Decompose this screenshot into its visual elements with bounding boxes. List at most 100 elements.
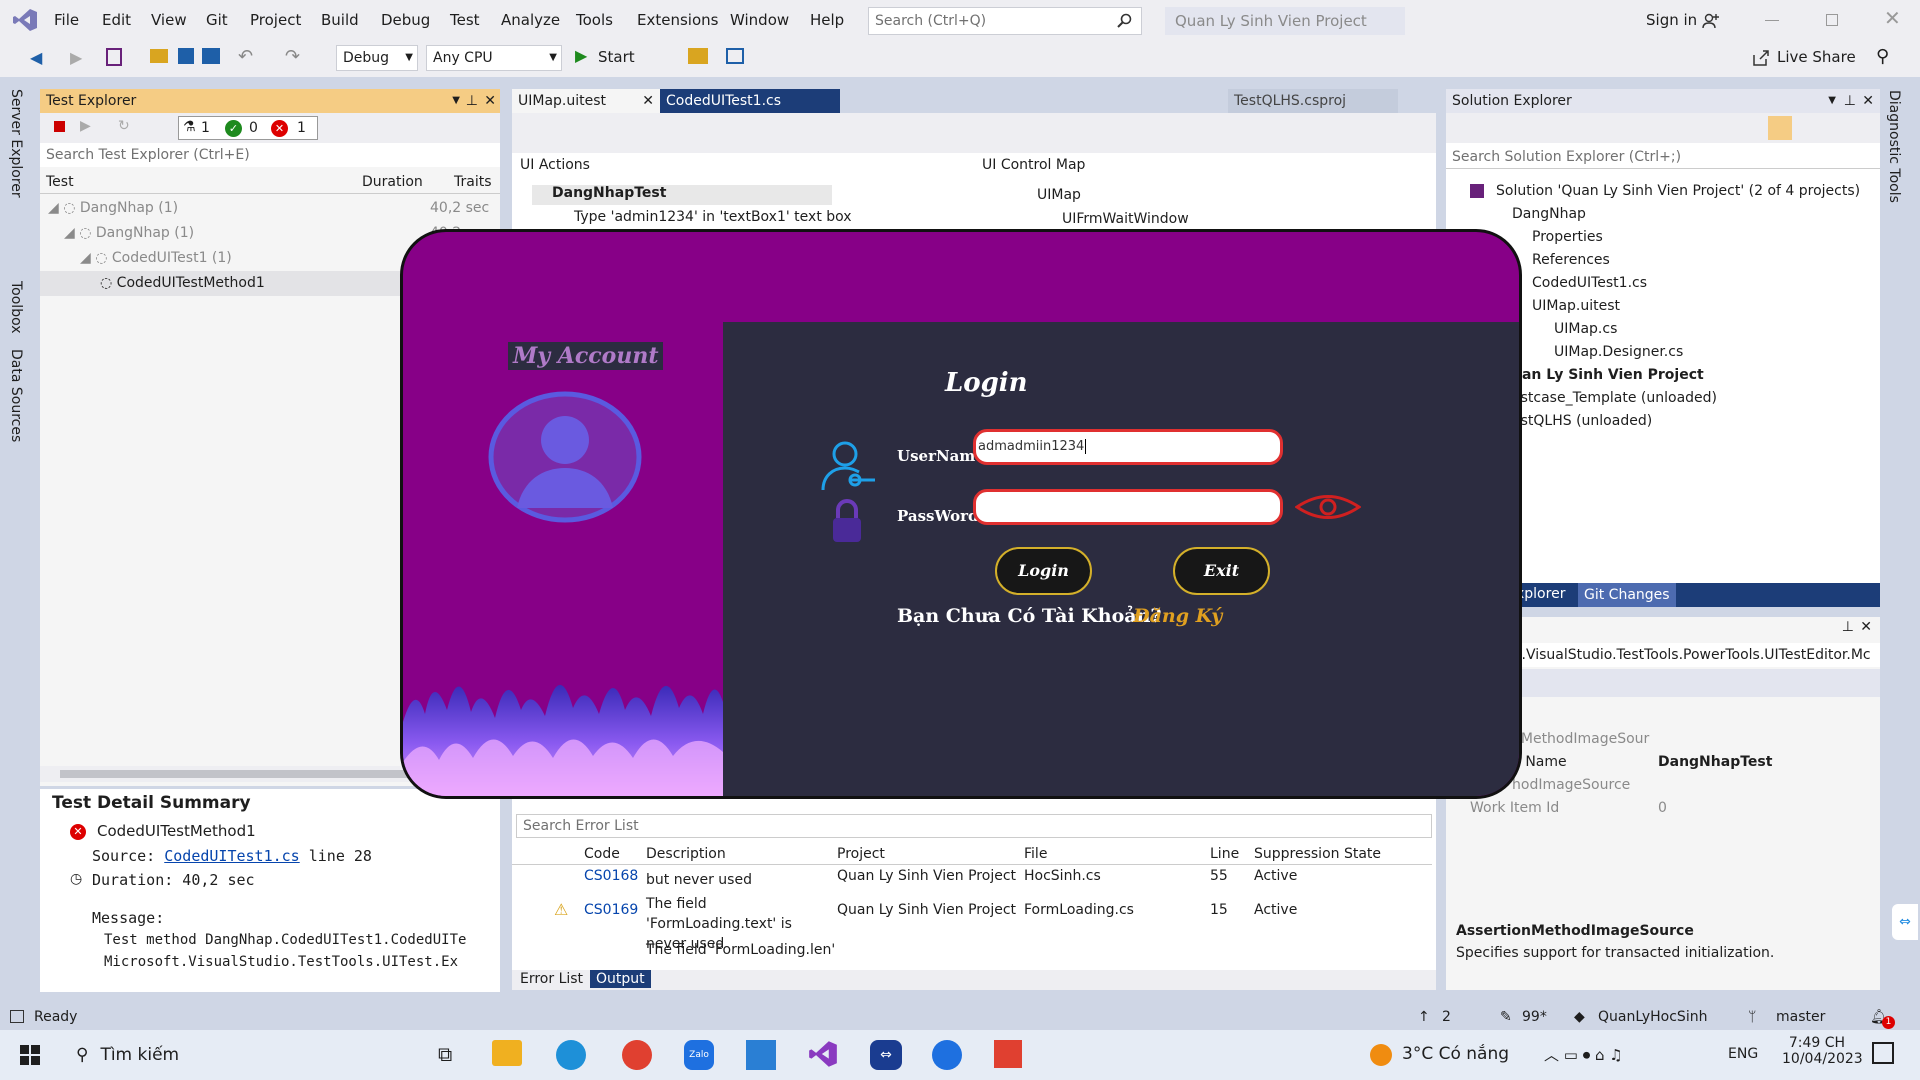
test-state-filter[interactable]: ⚗ 1 ✓ 0 ✕ 1 <box>178 116 318 140</box>
push-icon[interactable]: ↑ <box>1418 1004 1430 1030</box>
password-input[interactable] <box>973 489 1283 525</box>
visual-studio-taskbar-icon[interactable] <box>808 1038 838 1070</box>
status-up-count[interactable]: 2 <box>1442 1004 1451 1030</box>
status-repo[interactable]: QuanLyHocSinh <box>1598 1004 1707 1030</box>
uimap-cs-node[interactable]: UIMap.cs <box>1536 317 1617 342</box>
tab-uimap-uitest[interactable]: UIMap.uitest ✕ <box>512 89 660 113</box>
close-icon[interactable]: ✕ <box>484 89 496 113</box>
zalo-pc-icon[interactable] <box>932 1040 962 1070</box>
close-icon[interactable]: ✕ <box>1862 89 1874 113</box>
redo-icon[interactable]: ↷ <box>285 46 300 67</box>
menu-extensions[interactable]: Extensions <box>627 0 728 40</box>
repo-icon[interactable]: ◆ <box>1574 1004 1585 1030</box>
dropdown-icon[interactable]: ▼ <box>1828 89 1836 113</box>
run-all-icon[interactable]: ▶ <box>80 118 91 134</box>
zalo-icon[interactable]: Zalo <box>684 1040 714 1070</box>
forward-icon[interactable]: ▶ <box>70 48 82 67</box>
save-all-icon[interactable] <box>202 48 220 64</box>
tab-codeduitest1-cs[interactable]: CodedUITest1.cs <box>660 89 840 113</box>
folder-icon[interactable] <box>688 48 708 64</box>
uimap-uitest-node[interactable]: UIMap.uitest <box>1514 294 1620 319</box>
menu-test[interactable]: Test <box>440 0 490 40</box>
windows-start-icon[interactable] <box>20 1045 40 1065</box>
stop-icon[interactable] <box>54 121 65 132</box>
column-duration[interactable]: Duration <box>362 170 423 194</box>
branch-icon[interactable]: ᛘ <box>1748 1004 1756 1030</box>
file-explorer-icon[interactable] <box>492 1040 522 1066</box>
menu-edit[interactable]: Edit <box>92 0 141 40</box>
error-row[interactable]: CS0168 but never used Quan Ly Sinh Vien … <box>512 868 1422 890</box>
column-suppression-state[interactable]: Suppression State <box>1254 843 1381 865</box>
edge-icon[interactable] <box>556 1040 586 1070</box>
property-value[interactable]: DangNhapTest <box>1658 750 1772 775</box>
error-search-input[interactable]: Search Error List <box>516 814 1432 838</box>
property-value[interactable]: 0 <box>1658 796 1667 821</box>
start-icon[interactable]: ▶ <box>575 46 587 65</box>
status-changes-count[interactable]: 99* <box>1522 1004 1547 1030</box>
tab-diagnostic-tools[interactable]: Diagnostic Tools <box>1886 90 1902 203</box>
live-share-button[interactable]: Live Share <box>1777 48 1856 66</box>
tab-error-list[interactable]: Error List <box>520 971 583 987</box>
login-button[interactable]: Login <box>995 547 1092 595</box>
tray-icons[interactable]: ︿ ▭ ⏺ ⌂ ♫ <box>1544 1044 1623 1065</box>
menu-file[interactable]: File <box>44 0 89 40</box>
tab-server-explorer[interactable]: Server Explorer <box>8 89 24 198</box>
visual-studio-logo-icon[interactable] <box>12 8 38 32</box>
save-icon[interactable] <box>178 48 194 64</box>
project-node-main[interactable]: uan Ly Sinh Vien Project <box>1512 363 1704 388</box>
source-file-link[interactable]: CodedUITest1.cs <box>164 847 299 865</box>
undo-icon[interactable]: ↶ <box>238 46 253 67</box>
map-root-node[interactable]: UIMap <box>1037 187 1081 203</box>
add-user-icon[interactable] <box>1702 12 1720 30</box>
test-row-project[interactable]: ◢ ◌ DangNhap (1) 40,2 sec <box>48 196 489 221</box>
menu-git[interactable]: Git <box>196 0 238 40</box>
taskbar-search[interactable]: ⚲ Tìm kiếm <box>64 1030 424 1080</box>
tab-toolbox[interactable]: Toolbox <box>8 281 24 334</box>
tab-data-sources[interactable]: Data Sources <box>8 349 24 442</box>
open-folder-icon[interactable] <box>150 49 168 63</box>
pin-icon[interactable]: ⊥ <box>1844 89 1856 113</box>
minimize-button[interactable] <box>1765 20 1779 21</box>
menu-analyze[interactable]: Analyze <box>491 0 570 40</box>
tab-solution-explorer[interactable]: xplorer <box>1516 586 1565 602</box>
tab-git-changes[interactable]: Git Changes <box>1578 583 1676 607</box>
start-button[interactable]: Start <box>598 48 635 66</box>
weather-text[interactable]: 3°C Có nắng <box>1402 1044 1509 1064</box>
exit-button[interactable]: Exit <box>1173 547 1270 595</box>
weather-icon[interactable] <box>1370 1044 1392 1066</box>
column-line[interactable]: Line <box>1210 843 1239 865</box>
project-node-dangnhap[interactable]: DangNhap <box>1460 202 1586 227</box>
status-branch[interactable]: master <box>1776 1004 1825 1030</box>
close-icon[interactable]: ✕ <box>642 89 654 113</box>
username-input[interactable]: admadmiin1234 <box>973 429 1283 465</box>
feedback-icon[interactable]: ⚲ <box>1876 46 1889 67</box>
properties-object-select[interactable]: t.VisualStudio.TestTools.PowerTools.UITe… <box>1516 643 1880 667</box>
references-node[interactable]: References <box>1514 248 1610 273</box>
window-layout-icon[interactable] <box>726 48 744 64</box>
menu-build[interactable]: Build <box>311 0 369 40</box>
notification-center-icon[interactable] <box>1872 1042 1894 1064</box>
error-row[interactable]: ⚠ CS0169 The field 'FormLoading.text' is… <box>512 894 1422 952</box>
column-traits[interactable]: Traits <box>454 170 492 194</box>
properties-toggle-icon[interactable] <box>1768 116 1792 140</box>
teamviewer-icon[interactable]: ⇔ <box>1892 904 1918 940</box>
project-node-testcase[interactable]: estcase_Template (unloaded) <box>1512 386 1717 411</box>
configuration-select[interactable]: Debug ▼ <box>336 45 418 71</box>
solution-search-input[interactable]: Search Solution Explorer (Ctrl+;) <box>1446 145 1880 169</box>
pin-icon[interactable]: ⊥ <box>1842 619 1854 635</box>
menu-project[interactable]: Project <box>240 0 311 40</box>
tab-output[interactable]: Output <box>590 970 651 988</box>
new-project-icon[interactable] <box>106 48 122 66</box>
error-code[interactable]: CS0169 <box>584 902 638 918</box>
menu-debug[interactable]: Debug <box>371 0 440 40</box>
menu-view[interactable]: View <box>141 0 197 40</box>
global-search-input[interactable]: Search (Ctrl+Q) <box>868 7 1142 35</box>
error-code[interactable]: CS0168 <box>584 868 638 884</box>
project-node-testqlhs[interactable]: estQLHS (unloaded) <box>1512 409 1652 434</box>
show-password-eye-icon[interactable] <box>1295 492 1361 522</box>
platform-select[interactable]: Any CPU ▼ <box>426 45 562 71</box>
photos-icon[interactable] <box>746 1040 776 1070</box>
tab-testqlhs-csproj[interactable]: TestQLHS.csproj <box>1228 89 1398 113</box>
pencil-icon[interactable]: ✎ <box>1500 1004 1512 1030</box>
clock[interactable]: 7:49 CH 10/04/2023 <box>1782 1035 1863 1067</box>
